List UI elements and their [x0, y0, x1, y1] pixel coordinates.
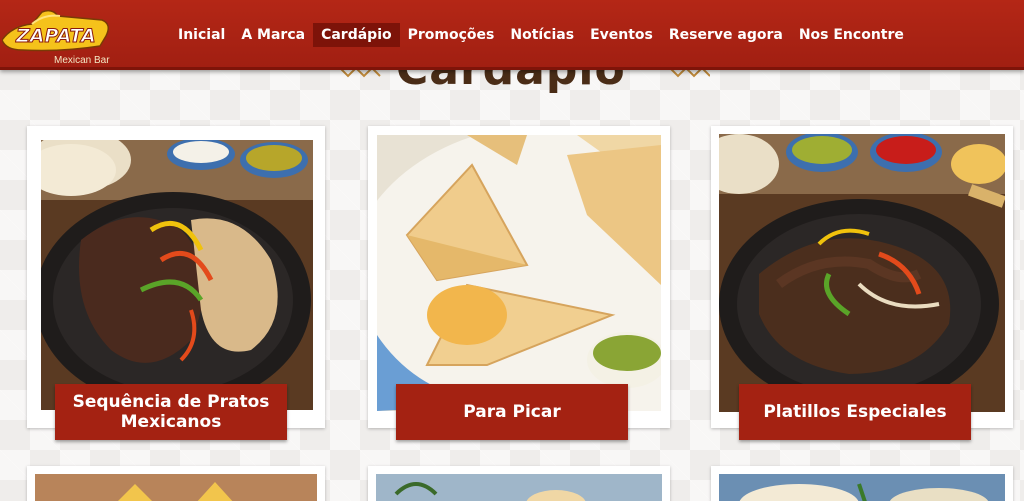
food-photo [719, 474, 1005, 501]
menu-card-platillos[interactable]: Platillos Especiales [711, 126, 1013, 440]
menu-card-sequencia[interactable]: Sequência de Pratos Mexicanos [27, 126, 325, 440]
menu-card-label-platillos[interactable]: Platillos Especiales [739, 384, 971, 440]
fajitas-photo [41, 140, 313, 410]
brand-logo[interactable]: ZAPATA Mexican Bar [1, 6, 114, 66]
menu-card-row2-1[interactable] [27, 466, 325, 501]
nav-item-reserve-agora[interactable]: Reserve agora [661, 23, 791, 47]
food-photo [35, 474, 317, 501]
nav-item-cardapio[interactable]: Cardápio [313, 23, 400, 47]
site-header: ZAPATA Mexican Bar Inicial A Marca Cardá… [0, 0, 1024, 70]
pastel-photo [377, 135, 661, 411]
menu-card-row2-2[interactable] [368, 466, 670, 501]
logo-subtitle: Mexican Bar [54, 55, 110, 66]
logo-text: ZAPATA [15, 25, 96, 47]
nav-item-inicial[interactable]: Inicial [170, 23, 233, 47]
nav-item-nos-encontre[interactable]: Nos Encontre [791, 23, 912, 47]
menu-card-row2-3[interactable] [711, 466, 1013, 501]
menu-card-label-sequencia[interactable]: Sequência de Pratos Mexicanos [55, 384, 287, 440]
food-photo [376, 474, 662, 501]
menu-card-para-picar[interactable]: Para Picar [368, 126, 670, 440]
nav-item-noticias[interactable]: Notícias [502, 23, 582, 47]
nav-item-promocoes[interactable]: Promoções [400, 23, 503, 47]
nav-item-eventos[interactable]: Eventos [582, 23, 661, 47]
steak-skillet-photo [719, 134, 1005, 412]
nav-item-a-marca[interactable]: A Marca [233, 23, 313, 47]
menu-card-label-para-picar[interactable]: Para Picar [396, 384, 628, 440]
main-nav: Inicial A Marca Cardápio Promoções Notíc… [170, 23, 912, 47]
logo-icon: ZAPATA [1, 9, 109, 52]
